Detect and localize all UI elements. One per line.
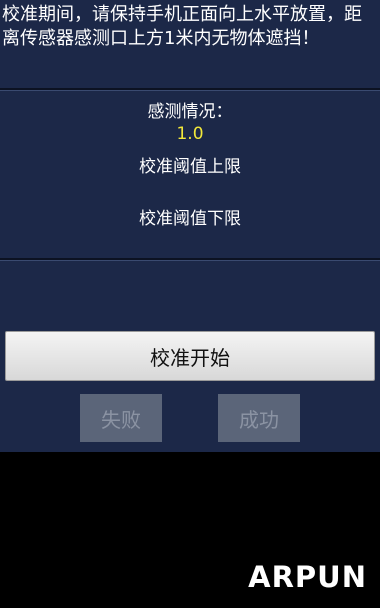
divider-bottom	[0, 258, 380, 261]
lower-threshold-label: 校准阈值下限	[139, 209, 241, 229]
brand-logo: ARPUN	[248, 560, 367, 594]
divider-top	[0, 88, 380, 91]
upper-threshold-label: 校准阈值上限	[139, 157, 241, 177]
sensor-value: 1.0	[176, 124, 204, 144]
instruction-text: 校准期间，请保持手机正面向上水平放置，距离传感器感测口上方1米内无物体遮挡！	[2, 4, 362, 49]
success-button[interactable]: 成功	[218, 394, 300, 442]
calibration-panel: 校准期间，请保持手机正面向上水平放置，距离传感器感测口上方1米内无物体遮挡！ 感…	[0, 0, 380, 452]
fail-button[interactable]: 失败	[80, 394, 162, 442]
start-calibration-button[interactable]: 校准开始	[5, 331, 375, 381]
status-title: 感测情况：	[147, 102, 233, 122]
calibration-screen: 校准期间，请保持手机正面向上水平放置，距离传感器感测口上方1米内无物体遮挡！ 感…	[0, 0, 380, 608]
